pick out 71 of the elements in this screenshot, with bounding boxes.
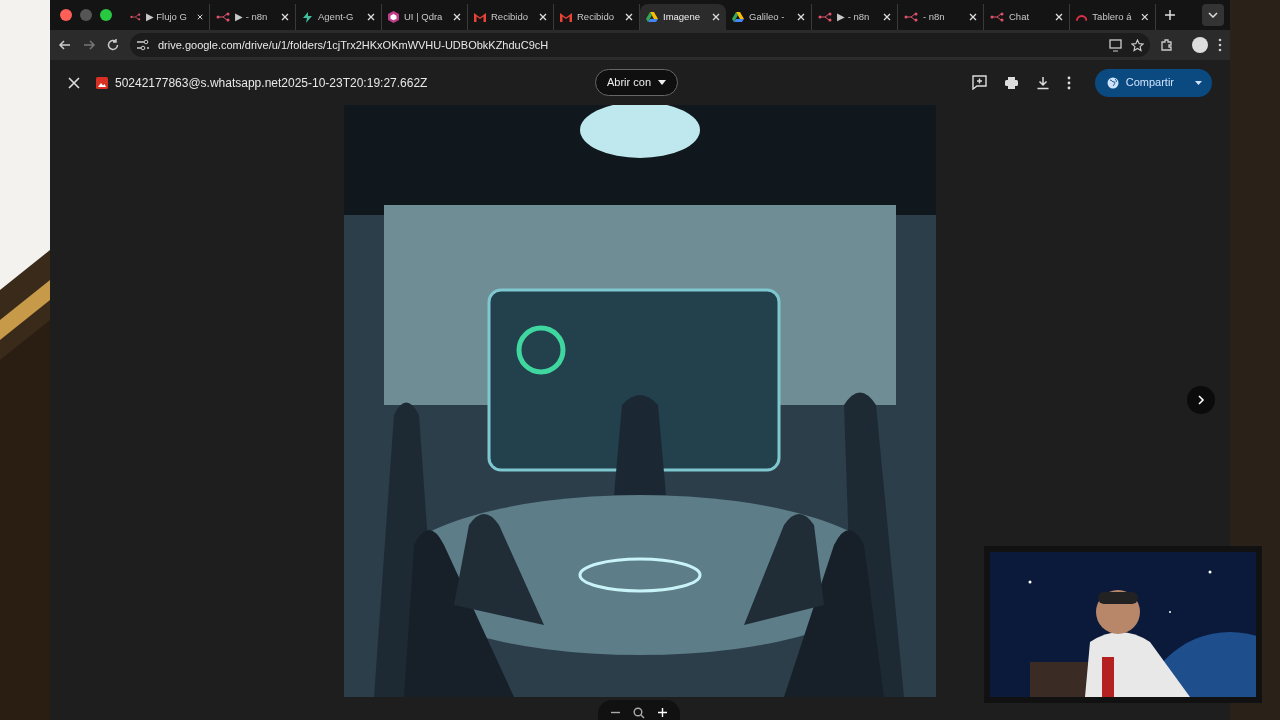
file-name: 50242177863@s.whatsapp.net2025-10-23T20:19:27.662Z bbox=[115, 74, 428, 92]
profile-avatar[interactable] bbox=[1192, 37, 1208, 53]
share-button[interactable]: Compartir bbox=[1094, 68, 1212, 97]
tab-title: Recibido bbox=[491, 9, 528, 24]
close-icon[interactable] bbox=[625, 13, 633, 21]
plus-icon bbox=[1164, 9, 1176, 21]
link-nodes-icon bbox=[216, 12, 230, 22]
tab-title: Imagene bbox=[663, 9, 700, 24]
close-icon[interactable] bbox=[539, 13, 547, 21]
menu-icon[interactable] bbox=[1218, 38, 1222, 52]
minimize-window-button[interactable] bbox=[80, 9, 92, 21]
new-tab-button[interactable] bbox=[1164, 9, 1176, 21]
close-icon[interactable] bbox=[453, 13, 461, 21]
tab-title: ▶ - n8n bbox=[235, 9, 268, 24]
browser-tab[interactable]: Imagene bbox=[640, 4, 726, 30]
forward-icon[interactable] bbox=[82, 38, 96, 52]
tab-title: ▶ Flujo G bbox=[145, 9, 187, 24]
chevron-right-icon bbox=[1197, 395, 1205, 405]
close-window-button[interactable] bbox=[60, 9, 72, 21]
caret-icon bbox=[1195, 80, 1202, 85]
link-nodes-icon bbox=[990, 12, 1004, 22]
caret-icon bbox=[658, 80, 667, 85]
tab-search-button[interactable] bbox=[1202, 4, 1224, 26]
mail-icon bbox=[474, 12, 486, 22]
search-icon[interactable] bbox=[633, 707, 645, 719]
arc-icon bbox=[1076, 13, 1088, 21]
triangle-icon bbox=[732, 12, 744, 22]
url-text: drive.google.com/drive/u/1/folders/1cjTrx2HKxOKmWVHU-UDBObkKZhduC9cH bbox=[158, 37, 550, 53]
close-icon[interactable] bbox=[1141, 13, 1149, 21]
tab-title: Agent-G bbox=[318, 9, 354, 24]
tab-title: UI | Qdra bbox=[404, 9, 443, 24]
tab-title: Galileo - bbox=[749, 9, 785, 24]
install-app-icon[interactable] bbox=[1109, 38, 1123, 52]
more-icon[interactable] bbox=[1066, 75, 1071, 90]
close-icon[interactable] bbox=[883, 13, 891, 21]
tab-title: ▶ - n8n bbox=[837, 9, 870, 24]
maximize-window-button[interactable] bbox=[100, 9, 112, 21]
puzzle-icon[interactable] bbox=[1160, 38, 1174, 52]
download-icon[interactable] bbox=[1035, 75, 1050, 90]
cube-icon bbox=[388, 11, 399, 23]
star-icon[interactable] bbox=[1131, 38, 1144, 52]
close-icon[interactable] bbox=[68, 76, 80, 89]
link-nodes-icon bbox=[818, 12, 832, 22]
next-button[interactable] bbox=[1187, 386, 1215, 414]
close-icon[interactable] bbox=[712, 13, 720, 21]
close-icon[interactable] bbox=[281, 13, 289, 21]
triangle-icon bbox=[646, 12, 658, 22]
back-icon[interactable] bbox=[58, 38, 72, 52]
add-comment-icon[interactable] bbox=[971, 75, 987, 90]
tab-title: Chat bbox=[1009, 9, 1030, 24]
address-bar[interactable]: drive.google.com/drive/u/1/folders/1cjTrx2HKxOKmWVHU-UDBObkKZhduC9cH bbox=[130, 33, 1150, 57]
link-nodes-icon bbox=[904, 12, 918, 22]
tab-title: - n8n bbox=[923, 9, 945, 24]
open-with-button[interactable]: Abrir con bbox=[595, 69, 679, 96]
globe-icon bbox=[1106, 76, 1119, 89]
link-nodes-icon bbox=[130, 12, 141, 22]
reload-icon[interactable] bbox=[106, 38, 120, 52]
close-icon[interactable] bbox=[797, 13, 805, 21]
chevron-down-icon bbox=[1208, 12, 1218, 18]
zoom-in-icon[interactable] bbox=[657, 707, 668, 718]
close-icon[interactable] bbox=[969, 13, 977, 21]
print-icon[interactable] bbox=[1003, 75, 1019, 90]
close-icon[interactable] bbox=[196, 13, 203, 21]
tab-title: Recibido bbox=[577, 9, 614, 24]
image-file-icon bbox=[96, 76, 108, 89]
close-icon[interactable] bbox=[1055, 13, 1063, 21]
bolt-icon bbox=[302, 11, 313, 23]
site-settings-icon[interactable] bbox=[136, 39, 150, 51]
close-icon[interactable] bbox=[367, 13, 375, 21]
mail-icon bbox=[560, 12, 572, 22]
tab-title: Tablero á bbox=[1092, 9, 1132, 24]
